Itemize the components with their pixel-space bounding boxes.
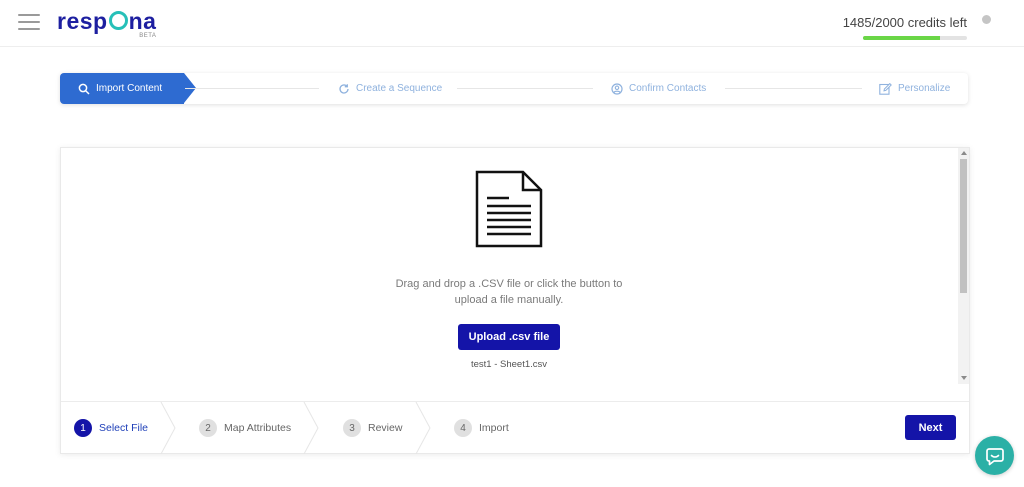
wizard-step-label: Personalize (898, 83, 951, 94)
selected-file-name: test1 - Sheet1.csv (470, 359, 548, 370)
step-separator-chevron-icon (303, 402, 319, 454)
edit-icon (879, 82, 892, 95)
chat-icon[interactable] (975, 436, 1014, 475)
footer-step-map-attributes[interactable]: 2 Map Attributes (199, 402, 291, 454)
wizard-step-label: Create a Sequence (356, 83, 443, 94)
logo-text: resp na (57, 8, 157, 34)
logo-beta-tag: BETA (139, 33, 157, 39)
top-bar: resp na BETA 1485/2000 credits left (0, 0, 1024, 47)
wizard-connector (185, 88, 319, 89)
search-icon (78, 83, 90, 95)
credits-left-text: 1485/2000 credits left (842, 15, 967, 30)
scroll-down-arrow-icon[interactable] (961, 376, 967, 380)
upload-csv-button[interactable]: Upload .csv file (458, 324, 560, 350)
logo-o-icon (108, 11, 128, 30)
document-icon (475, 170, 543, 253)
footer-step-label: Review (368, 422, 403, 434)
footer-step-label: Import (479, 422, 509, 434)
wizard-step-label: Import Content (96, 83, 163, 94)
wizard-step-create-sequence[interactable]: Create a Sequence (338, 73, 442, 104)
info-dot-icon[interactable] (982, 15, 991, 24)
wizard-step-import-content[interactable]: Import Content (60, 73, 184, 104)
file-drop-zone[interactable]: Drag and drop a .CSV file or click the b… (61, 148, 969, 401)
scrollbar[interactable] (958, 148, 969, 384)
scroll-up-arrow-icon[interactable] (961, 151, 967, 155)
refresh-icon (338, 83, 350, 95)
step-number-badge: 2 (199, 419, 217, 437)
scrollbar-thumb[interactable] (960, 159, 967, 293)
step-number-badge: 4 (454, 419, 472, 437)
import-card: Drag and drop a .CSV file or click the b… (60, 147, 970, 454)
import-steps-footer: 1 Select File 2 Map Attributes 3 Review … (61, 401, 969, 454)
wizard-steps: Import Content Create a Sequence Confirm… (60, 73, 968, 104)
wizard-step-label: Confirm Contacts (629, 83, 707, 94)
drop-instructions-line-1: Drag and drop a .CSV file or click the b… (395, 278, 623, 290)
step-separator-chevron-icon (160, 402, 176, 454)
footer-step-import[interactable]: 4 Import (454, 402, 509, 454)
next-button[interactable]: Next (905, 415, 956, 440)
footer-step-select-file[interactable]: 1 Select File (74, 402, 148, 454)
wizard-connector (725, 88, 862, 89)
step-number-badge: 3 (343, 419, 361, 437)
drop-instructions-line-2: upload a file manually. (454, 294, 564, 306)
step-separator-chevron-icon (415, 402, 431, 454)
credits-progress-bar (863, 36, 967, 40)
footer-step-review[interactable]: 3 Review (343, 402, 402, 454)
credits-progress-fill (863, 36, 941, 40)
respona-logo[interactable]: resp na BETA (57, 6, 156, 40)
chat-bubble-glyph-icon (985, 447, 1004, 465)
footer-step-label: Select File (99, 422, 149, 434)
footer-step-label: Map Attributes (224, 422, 292, 434)
wizard-connector (457, 88, 593, 89)
wizard-step-personalize[interactable]: Personalize (879, 73, 950, 104)
drop-instructions: Drag and drop a .CSV file or click the b… (61, 276, 957, 308)
step-number-badge: 1 (74, 419, 92, 437)
wizard-step-confirm-contacts[interactable]: Confirm Contacts (611, 73, 706, 104)
hamburger-menu-icon[interactable] (18, 14, 40, 30)
user-circle-icon (611, 82, 623, 95)
